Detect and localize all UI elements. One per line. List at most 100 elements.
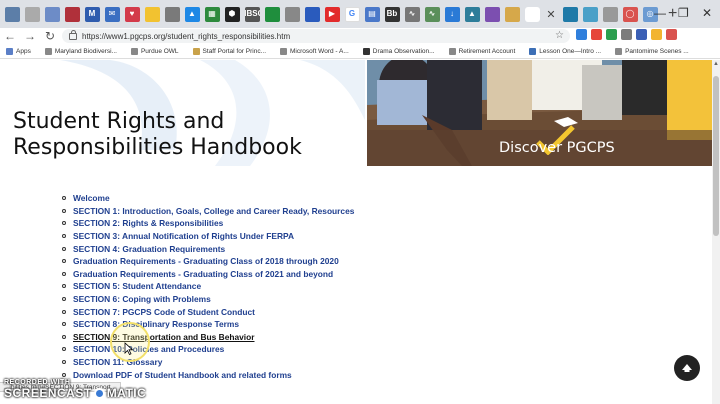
triangle-icon[interactable]: ▲ <box>464 6 480 22</box>
maximize-icon[interactable]: ❐ <box>678 6 689 20</box>
toc-link[interactable]: SECTION 3: Annual Notification of Rights… <box>62 230 354 243</box>
bullet-icon <box>62 360 66 365</box>
mouse-pointer-icon <box>124 342 134 355</box>
square-icon[interactable] <box>562 6 578 22</box>
bullet-icon <box>62 271 66 276</box>
bookmark-item[interactable]: Microsoft Word - A... <box>280 47 349 55</box>
image-icon[interactable] <box>602 6 618 22</box>
toc-link[interactable]: SECTION 6: Coping with Problems <box>62 293 354 306</box>
folder-icon[interactable] <box>144 6 160 22</box>
hex-icon[interactable]: ⬢ <box>224 6 240 22</box>
bookmark-item[interactable]: Purdue OWL <box>130 47 179 55</box>
app-icon[interactable] <box>24 6 40 22</box>
toc-link[interactable]: SECTION 10: Policies and Procedures <box>62 343 354 356</box>
mail-icon[interactable]: ✉ <box>104 6 120 22</box>
bookmark-item[interactable]: Apps <box>6 47 31 55</box>
drive-icon[interactable]: ▲ <box>184 6 200 22</box>
sheets-icon[interactable] <box>264 6 280 22</box>
extension-icon[interactable] <box>651 29 662 40</box>
close-tab-icon[interactable]: ✕ <box>544 7 558 21</box>
back-icon[interactable]: ← <box>0 30 20 42</box>
toc-link[interactable]: SECTION 4: Graduation Requirements <box>62 242 354 255</box>
pencil-icon[interactable] <box>484 6 500 22</box>
toc-link[interactable]: SECTION 11: Glossary <box>62 356 354 369</box>
extension-icon[interactable] <box>576 29 587 40</box>
close-window-icon[interactable]: ✕ <box>702 6 712 20</box>
page-icon[interactable] <box>504 6 520 22</box>
extension-icon[interactable] <box>621 29 632 40</box>
extension-icon[interactable] <box>591 29 602 40</box>
bookmark-label: Retirement Account <box>458 47 516 55</box>
wave-icon[interactable]: ∿ <box>404 6 420 22</box>
bookmark-icon[interactable] <box>304 6 320 22</box>
document-icon <box>280 47 288 55</box>
reload-icon[interactable]: ↻ <box>40 30 60 42</box>
grid-icon[interactable]: ▤ <box>364 6 380 22</box>
bookmark-label: Drama Observation... <box>372 47 435 55</box>
screencast-watermark: RECORDED WITH SCREENCAST MATIC <box>4 379 146 400</box>
bullet-icon <box>62 196 66 201</box>
scroll-to-top-button[interactable] <box>674 355 700 381</box>
document-icon[interactable] <box>164 6 180 22</box>
toc-link[interactable]: Graduation Requirements - Graduating Cla… <box>62 255 354 268</box>
bookmark-star-icon[interactable]: ☆ <box>555 30 564 41</box>
scroll-up-icon[interactable]: ▲ <box>713 61 719 67</box>
web-page: Student Rights and Responsibilities Hand… <box>0 60 712 404</box>
edit-icon[interactable] <box>44 6 60 22</box>
bookmark-label: Microsoft Word - A... <box>290 47 349 55</box>
shield-icon[interactable] <box>4 6 20 22</box>
toc-link[interactable]: Graduation Requirements - Graduating Cla… <box>62 268 354 281</box>
apps-icon <box>6 47 13 55</box>
news-icon[interactable]: M <box>84 6 100 22</box>
toc-link[interactable]: SECTION 7: PGCPS Code of Student Conduct <box>62 305 354 318</box>
bullet-icon <box>62 309 66 314</box>
page-scrollbar[interactable]: ▲ <box>712 60 720 404</box>
user-icon[interactable] <box>582 6 598 22</box>
extension-icon[interactable] <box>606 29 617 40</box>
lesson-icon <box>529 47 537 55</box>
new-tab-button[interactable]: + <box>668 6 677 22</box>
toc-link[interactable]: SECTION 2: Rights & Responsibilities <box>62 217 354 230</box>
toc-link-label: SECTION 5: Student Attendance <box>73 281 202 292</box>
scroll-thumb[interactable] <box>713 76 719 236</box>
bookmark-item[interactable]: Retirement Account <box>448 47 516 55</box>
bookmark-item[interactable]: Pantomime Scenes ... <box>615 47 689 55</box>
pulse-icon[interactable]: ∿ <box>424 6 440 22</box>
toc-link[interactable]: SECTION 9: Transportation and Bus Behavi… <box>62 331 354 344</box>
extension-icon[interactable] <box>666 29 677 40</box>
bb-icon[interactable]: Bb <box>384 6 400 22</box>
toc-link[interactable]: SECTION 5: Student Attendance <box>62 280 354 293</box>
arrow-up-icon <box>682 364 692 372</box>
heart-icon[interactable]: ♥ <box>124 6 140 22</box>
ebsco-icon[interactable]: HBSC <box>244 6 260 22</box>
youtube-icon[interactable]: ▶ <box>324 6 340 22</box>
download-icon[interactable]: ↓ <box>444 6 460 22</box>
clipboard-icon[interactable] <box>284 6 300 22</box>
toc-link-label: SECTION 1: Introduction, Goals, College … <box>73 205 355 216</box>
bookmark-label: Pantomime Scenes ... <box>625 47 689 55</box>
bullet-icon <box>62 334 66 339</box>
bookmark-item[interactable]: Staff Portal for Princ... <box>192 47 266 55</box>
forward-icon[interactable]: → <box>20 30 40 42</box>
portal-icon <box>192 47 200 55</box>
bookmark-label: Apps <box>16 47 31 55</box>
bookmark-item[interactable]: Maryland Biodiversi... <box>44 47 117 55</box>
bookmark-item[interactable]: Drama Observation... <box>362 47 435 55</box>
address-bar[interactable]: https://www1.pgcps.org/student_rights_re… <box>62 29 570 43</box>
shield-red-icon[interactable] <box>64 6 80 22</box>
google-icon[interactable]: G <box>344 6 360 22</box>
minimize-icon[interactable]: — <box>654 6 666 20</box>
toc-link-label: SECTION 3: Annual Notification of Rights… <box>73 231 295 242</box>
toc-link-label: SECTION 11: Glossary <box>73 357 163 368</box>
ring-icon[interactable]: ◯ <box>622 6 638 22</box>
bookmark-item[interactable]: Lesson One—Intro ... <box>529 47 601 55</box>
toc-link[interactable]: Welcome <box>62 192 354 205</box>
active-tab-icon[interactable] <box>524 6 540 22</box>
extension-icon[interactable] <box>636 29 647 40</box>
mosaic-icon[interactable]: ▦ <box>204 6 220 22</box>
handbook-banner: Student Rights and Responsibilities Hand… <box>0 60 712 166</box>
bookmark-label: Purdue OWL <box>140 47 179 55</box>
toc-link[interactable]: SECTION 8: Disciplinary Response Terms <box>62 318 354 331</box>
bookmark-label: Maryland Biodiversi... <box>54 47 117 55</box>
toc-link[interactable]: SECTION 1: Introduction, Goals, College … <box>62 205 354 218</box>
